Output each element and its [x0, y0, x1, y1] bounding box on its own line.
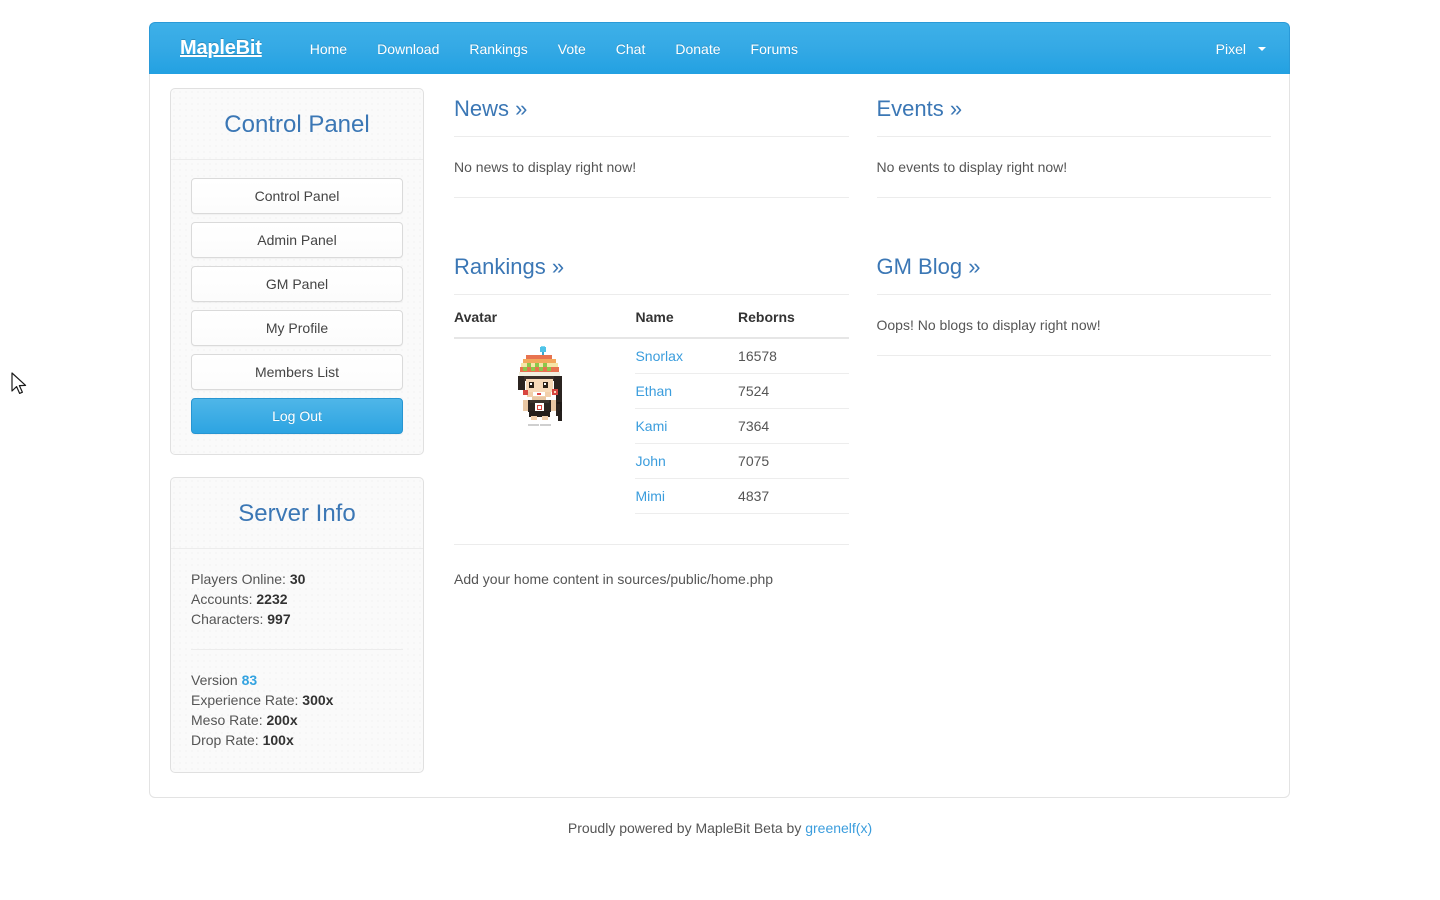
rankings-section-title[interactable]: Rankings »: [454, 246, 849, 295]
mouse-cursor-icon: [11, 372, 27, 394]
server-info-title: Server Info: [171, 478, 423, 549]
chevron-down-icon: [1258, 46, 1266, 51]
version-row: Version 83: [191, 670, 403, 690]
experience-rate-row: Experience Rate: 300x: [191, 690, 403, 710]
version-value: 83: [241, 672, 258, 688]
rank-name-cell: Kami: [635, 408, 739, 444]
nav-item-rankings[interactable]: Rankings: [454, 23, 542, 75]
rank-name-link[interactable]: Snorlax: [635, 348, 682, 364]
rankings-col-reborns: Reborns: [738, 295, 849, 339]
home-content-note: Add your home content in sources/public/…: [454, 544, 849, 587]
sidebar: Control Panel Control Panel Admin Panel …: [170, 88, 424, 795]
page-root: MapleBit Home Download Rankings Vote Cha…: [0, 0, 1440, 900]
rank-reborns-cell: 7075: [738, 443, 849, 479]
members-list-button[interactable]: Members List: [191, 354, 403, 390]
players-online-row: Players Online: 30: [191, 569, 403, 589]
server-stats-group: Players Online: 30 Accounts: 2232 Charac…: [191, 567, 403, 631]
rank-reborns-cell: 16578: [738, 338, 849, 374]
rank-name-link[interactable]: Ethan: [635, 383, 672, 399]
my-profile-button[interactable]: My Profile: [191, 310, 403, 346]
footer-text: Proudly powered by MapleBit Beta by: [567, 820, 802, 836]
rank-name-link[interactable]: John: [635, 453, 665, 469]
rankings-table-body: Snorlax 16578 Ethan 7524 Kami 7364 John …: [454, 338, 849, 514]
meso-rate-value: 200x: [266, 712, 298, 728]
gm-blog-section-body: Oops! No blogs to display right now!: [876, 295, 1271, 356]
players-online-value: 30: [289, 571, 306, 587]
drop-rate-label: Drop Rate:: [191, 732, 259, 748]
rankings-col-avatar: Avatar: [454, 295, 636, 339]
meso-rate-row: Meso Rate: 200x: [191, 710, 403, 730]
content-area: News » No news to display right now! Ran…: [454, 88, 1271, 587]
avatar-cell: [454, 338, 635, 514]
control-panel-button[interactable]: Control Panel: [191, 178, 403, 214]
character-avatar-sprite: [517, 346, 562, 426]
rank-name-cell: Ethan: [635, 373, 739, 409]
characters-label: Characters:: [191, 611, 264, 627]
drop-rate-row: Drop Rate: 100x: [191, 730, 403, 750]
main-container: Control Panel Control Panel Admin Panel …: [149, 74, 1290, 798]
news-section-body: No news to display right now!: [454, 137, 849, 198]
accounts-row: Accounts: 2232: [191, 589, 403, 609]
accounts-value: 2232: [256, 591, 288, 607]
rank-reborns-cell: 7364: [738, 408, 849, 444]
nav-item-chat[interactable]: Chat: [601, 23, 661, 75]
rank-name-cell: John: [635, 443, 739, 479]
nav-item-vote[interactable]: Vote: [543, 23, 601, 75]
meso-rate-label: Meso Rate:: [191, 712, 263, 728]
rank-name-link[interactable]: Mimi: [635, 488, 665, 504]
events-section-body: No events to display right now!: [876, 137, 1271, 198]
news-section-title[interactable]: News »: [454, 88, 849, 137]
rankings-header-row: Avatar Name Reborns: [454, 295, 849, 339]
nav-user-menu[interactable]: Pixel: [1201, 23, 1274, 75]
rank-reborns-cell: 4837: [738, 478, 849, 514]
nav-item-forums[interactable]: Forums: [736, 23, 813, 75]
footer-author-link[interactable]: greenelf(x): [805, 820, 872, 836]
gm-blog-section-title[interactable]: GM Blog »: [876, 246, 1271, 295]
rank-name-cell: Mimi: [635, 478, 739, 514]
experience-rate-value: 300x: [302, 692, 334, 708]
rankings-table: Avatar Name Reborns Snorlax 16578 Ethan …: [454, 295, 849, 514]
control-panel-title: Control Panel: [171, 89, 423, 160]
nav-item-home[interactable]: Home: [295, 23, 362, 75]
table-row: Snorlax 16578: [454, 338, 849, 426]
experience-rate-label: Experience Rate:: [191, 692, 299, 708]
rankings-table-wrap: Avatar Name Reborns Snorlax 16578 Ethan …: [454, 295, 849, 514]
rank-name-cell: Snorlax: [635, 338, 739, 374]
rank-reborns-cell: 7524: [738, 373, 849, 409]
gm-panel-button[interactable]: GM Panel: [191, 266, 403, 302]
log-out-button[interactable]: Log Out: [191, 398, 403, 434]
top-navbar: MapleBit Home Download Rankings Vote Cha…: [149, 22, 1290, 74]
control-panel-card: Control Panel Control Panel Admin Panel …: [170, 88, 424, 455]
rankings-col-name: Name: [635, 295, 739, 339]
server-rates-group: Version 83 Experience Rate: 300x Meso Ra…: [191, 668, 403, 752]
accounts-label: Accounts:: [191, 591, 253, 607]
version-label: Version: [191, 672, 238, 688]
server-info-card: Server Info Players Online: 30 Accounts:…: [170, 477, 424, 773]
control-panel-buttons: Control Panel Admin Panel GM Panel My Pr…: [171, 160, 423, 454]
server-info-divider: [191, 649, 403, 650]
rankings-table-head: Avatar Name Reborns: [454, 295, 849, 339]
nav-links: Home Download Rankings Vote Chat Donate …: [295, 23, 813, 75]
server-info-body: Players Online: 30 Accounts: 2232 Charac…: [171, 549, 423, 772]
drop-rate-value: 100x: [262, 732, 294, 748]
events-section-title[interactable]: Events »: [876, 88, 1271, 137]
characters-value: 997: [267, 611, 291, 627]
page-footer: Proudly powered by MapleBit Beta by gree…: [0, 820, 1440, 836]
brand-logo[interactable]: MapleBit: [165, 37, 277, 60]
nav-item-download[interactable]: Download: [362, 23, 454, 75]
content-column-left: News » No news to display right now! Ran…: [454, 88, 849, 587]
content-column-right: Events » No events to display right now!…: [876, 88, 1272, 587]
characters-row: Characters: 997: [191, 609, 403, 629]
players-online-label: Players Online:: [191, 571, 286, 587]
nav-user-label[interactable]: Pixel: [1201, 23, 1256, 75]
rank-name-link[interactable]: Kami: [635, 418, 667, 434]
nav-item-donate[interactable]: Donate: [660, 23, 735, 75]
admin-panel-button[interactable]: Admin Panel: [191, 222, 403, 258]
